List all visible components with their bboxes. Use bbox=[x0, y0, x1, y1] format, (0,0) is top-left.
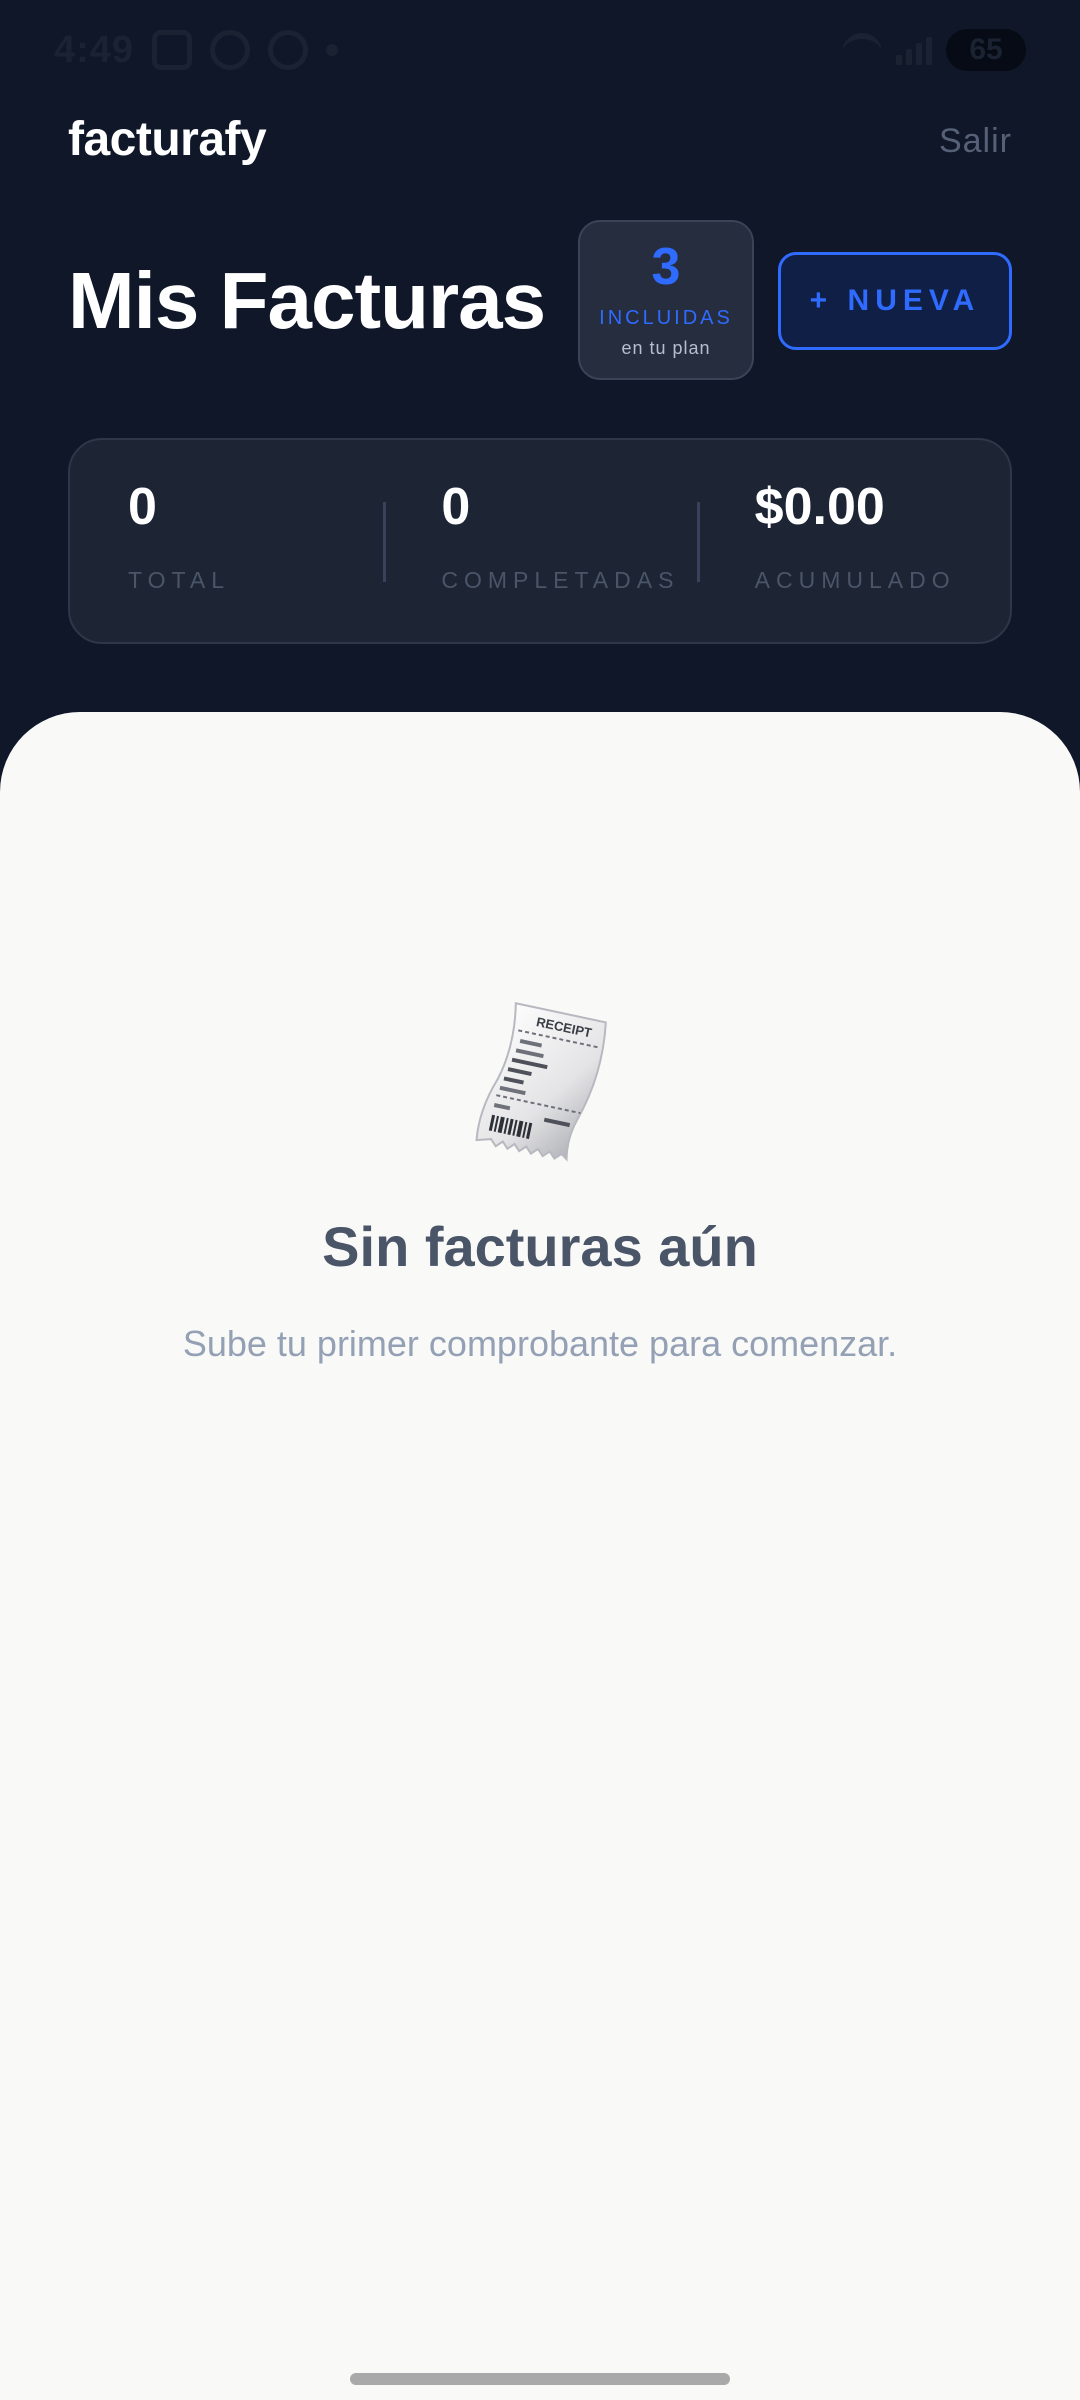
status-bar: 4:49 65 bbox=[0, 0, 1080, 100]
stat-value: 0 bbox=[128, 477, 157, 536]
logout-button[interactable]: Salir bbox=[939, 122, 1012, 161]
new-invoice-button[interactable]: + NUEVA bbox=[778, 252, 1012, 350]
stat-label: COMPLETADAS bbox=[441, 566, 680, 593]
brand-logo: facturafy bbox=[68, 113, 267, 166]
empty-state-title: Sin facturas aún bbox=[322, 1215, 758, 1278]
plan-count: 3 bbox=[651, 238, 681, 296]
status-right: 65 bbox=[842, 29, 1026, 71]
stats-card: 0 TOTAL 0 COMPLETADAS $0.00 ACUMULADO bbox=[68, 438, 1012, 644]
stat-label: TOTAL bbox=[128, 566, 230, 593]
invoice-list-sheet: RECEIPT Sin facturas aún Sube tu primer … bbox=[0, 712, 1080, 2400]
receipt-icon: RECEIPT bbox=[475, 1002, 607, 1162]
stat-total: 0 TOTAL bbox=[70, 440, 383, 642]
stat-accumulated: $0.00 ACUMULADO bbox=[696, 440, 1010, 642]
page-title: Mis Facturas bbox=[68, 256, 546, 345]
empty-state-subtitle: Sube tu primer comprobante para comenzar… bbox=[182, 1323, 898, 1364]
wifi-icon bbox=[842, 33, 882, 67]
home-indicator[interactable] bbox=[350, 2373, 730, 2385]
signal-icon bbox=[896, 35, 932, 65]
empty-state: RECEIPT Sin facturas aún Sube tu primer … bbox=[0, 992, 1080, 1365]
threads-icon bbox=[268, 30, 309, 70]
plan-badge: 3 INCLUIDAS en tu plan bbox=[578, 220, 754, 380]
stat-label: ACUMULADO bbox=[754, 566, 956, 593]
battery-indicator: 65 bbox=[946, 29, 1026, 71]
plan-sublabel: en tu plan bbox=[621, 338, 711, 358]
plan-label: INCLUIDAS bbox=[599, 307, 733, 329]
status-left: 4:49 bbox=[54, 28, 339, 72]
whatsapp-icon bbox=[210, 30, 251, 70]
screenshot-icon bbox=[152, 30, 193, 70]
stat-value: $0.00 bbox=[754, 477, 885, 536]
status-time: 4:49 bbox=[54, 28, 135, 71]
stat-completed: 0 COMPLETADAS bbox=[383, 440, 696, 642]
notification-dot-icon bbox=[326, 44, 339, 56]
stat-value: 0 bbox=[441, 477, 471, 536]
